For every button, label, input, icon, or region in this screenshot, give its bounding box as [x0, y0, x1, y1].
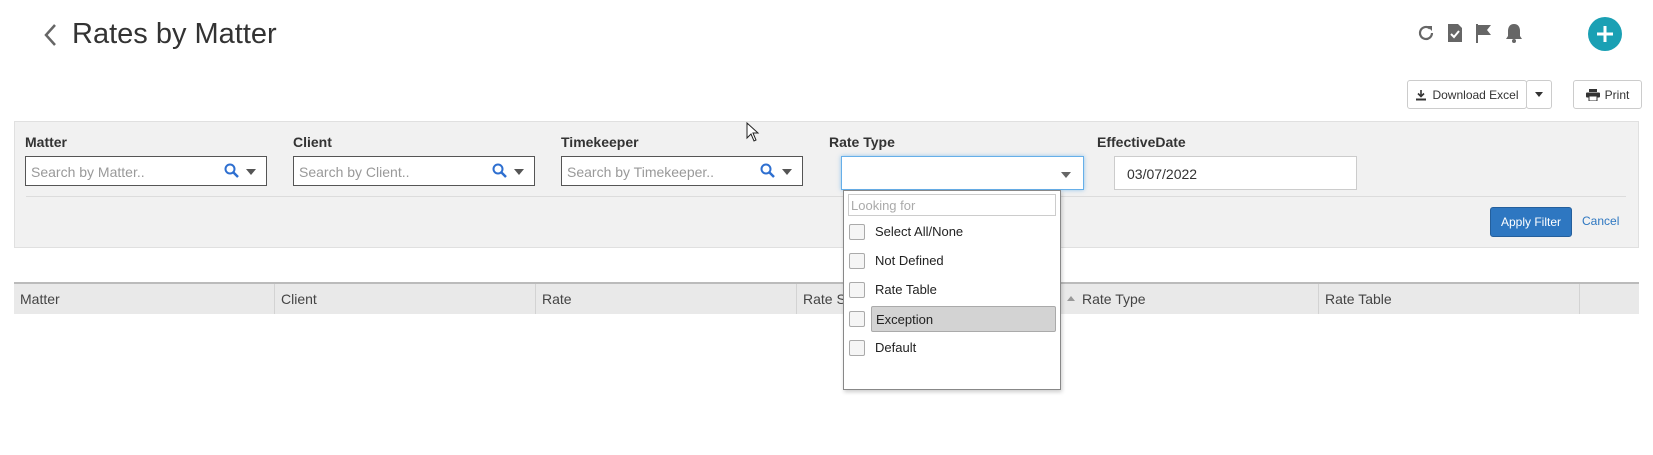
flag-icon[interactable]	[1473, 22, 1495, 44]
back-icon[interactable]	[40, 22, 62, 48]
option-label: Default	[875, 340, 917, 355]
dropdown-search-input[interactable]: Looking for	[848, 194, 1056, 216]
mouse-cursor-icon	[746, 121, 760, 147]
column-header-actions	[1580, 284, 1639, 314]
effective-date-field[interactable]: 03/07/2022	[1114, 156, 1357, 190]
download-options-button[interactable]	[1526, 80, 1552, 109]
chevron-down-icon[interactable]	[1061, 172, 1071, 178]
caret-down-icon	[1535, 92, 1543, 97]
option-checkbox[interactable]	[849, 311, 865, 327]
option-label: Rate Table	[875, 282, 937, 297]
print-button[interactable]: Print	[1573, 80, 1642, 109]
dropdown-option-default[interactable]: Default	[846, 335, 1058, 361]
column-header-rate-table[interactable]: Rate Table	[1319, 284, 1580, 314]
matter-search-placeholder: Search by Matter..	[31, 164, 145, 180]
option-checkbox[interactable]	[849, 282, 865, 298]
dropdown-option-select-all[interactable]: Select All/None	[846, 219, 1058, 245]
option-checkbox[interactable]	[849, 224, 865, 240]
client-search-input[interactable]: Search by Client..	[293, 156, 535, 186]
column-header-rate-type[interactable]: Rate Type	[1058, 284, 1319, 314]
column-header-client[interactable]: Client	[275, 284, 536, 314]
client-filter-label: Client	[293, 134, 332, 150]
add-icon	[1597, 26, 1613, 42]
matter-search-input[interactable]: Search by Matter..	[25, 156, 267, 186]
download-excel-label: Download Excel	[1432, 87, 1519, 102]
download-excel-button[interactable]: Download Excel	[1407, 80, 1527, 109]
add-button[interactable]	[1588, 17, 1622, 51]
option-label: Not Defined	[875, 253, 944, 268]
cancel-link[interactable]: Cancel	[1582, 214, 1619, 228]
print-icon	[1585, 88, 1600, 101]
chevron-down-icon[interactable]	[246, 169, 256, 175]
chevron-down-icon[interactable]	[514, 169, 524, 175]
apply-filter-button[interactable]: Apply Filter	[1490, 207, 1572, 237]
option-label: Exception	[871, 306, 1056, 332]
matter-filter-label: Matter	[25, 134, 68, 150]
option-label: Select All/None	[875, 224, 964, 239]
column-header-rate-type-label: Rate Type	[1082, 291, 1146, 307]
refresh-icon[interactable]	[1415, 22, 1437, 44]
dropdown-option-not-defined[interactable]: Not Defined	[846, 248, 1058, 274]
table-header: Matter Client Rate Rate S Rate Type Rate…	[14, 282, 1639, 314]
search-icon[interactable]	[224, 163, 240, 179]
tasks-icon[interactable]	[1444, 22, 1466, 44]
sort-asc-icon	[1067, 296, 1075, 301]
search-icon[interactable]	[760, 163, 776, 179]
download-icon	[1416, 89, 1427, 100]
timekeeper-filter-label: Timekeeper	[561, 134, 639, 150]
timekeeper-search-input[interactable]: Search by Timekeeper..	[561, 156, 803, 186]
filter-divider	[26, 196, 1626, 197]
client-search-placeholder: Search by Client..	[299, 164, 410, 180]
page-title: Rates by Matter	[72, 18, 277, 50]
rate-type-select[interactable]	[841, 156, 1084, 190]
option-checkbox[interactable]	[849, 253, 865, 269]
print-label: Print	[1604, 87, 1630, 102]
rate-type-dropdown: Looking for Select All/None Not Defined …	[843, 190, 1061, 390]
column-header-matter[interactable]: Matter	[14, 284, 275, 314]
search-icon[interactable]	[492, 163, 508, 179]
chevron-down-icon[interactable]	[782, 169, 792, 175]
option-checkbox[interactable]	[849, 340, 865, 356]
dropdown-search-placeholder: Looking for	[851, 198, 916, 213]
effective-date-filter-label: EffectiveDate	[1097, 134, 1186, 150]
dropdown-option-exception[interactable]: Exception	[846, 306, 1058, 332]
bell-icon[interactable]	[1503, 22, 1525, 44]
rate-type-filter-label: Rate Type	[829, 134, 895, 150]
column-header-rate[interactable]: Rate	[536, 284, 797, 314]
dropdown-option-rate-table[interactable]: Rate Table	[846, 277, 1058, 303]
effective-date-value: 03/07/2022	[1127, 166, 1198, 182]
timekeeper-search-placeholder: Search by Timekeeper..	[567, 164, 715, 180]
